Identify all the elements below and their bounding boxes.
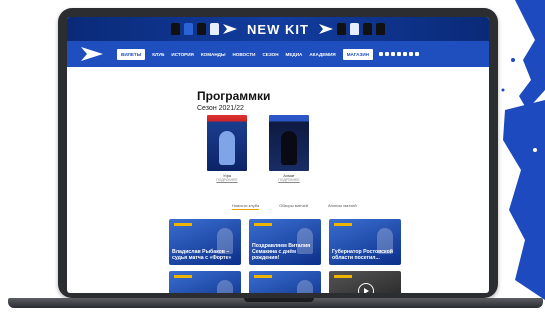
social-links [379,52,419,56]
news-headline[interactable]: Губернатор Ростовской области посетил... [332,249,396,261]
program-card[interactable]: Ахмат ПОДРОБНЕЕ [269,115,309,182]
shirt-icon [362,23,372,35]
social-icon[interactable] [403,52,407,56]
news-card[interactable]: Губернатор Ростовской области посетил... [329,219,401,265]
laptop-frame: NEW KIT ВИЛЕТЫ КЛУБ ИСТОРИЯ КОМАНДЫ НОВО… [58,8,498,298]
news-card[interactable] [249,271,321,293]
news-card[interactable] [329,271,401,293]
nav-item-teams[interactable]: КОМАНДЫ [201,52,226,57]
shirt-icon [375,23,385,35]
tab-club-news[interactable]: Новости клуба [232,203,260,210]
laptop-screen: NEW KIT ВИЛЕТЫ КЛУБ ИСТОРИЯ КОМАНДЫ НОВО… [67,17,489,293]
news-headline[interactable]: Поздравляем Виталия Семакина с днём рожд… [252,243,316,261]
shirt-icon [171,23,181,35]
program-cover-image[interactable] [207,115,247,171]
nav-item-shop[interactable]: МАГАЗИН [342,48,373,60]
banner-title: NEW KIT [247,21,309,37]
logo-arrow-icon [223,24,238,34]
social-icon[interactable] [391,52,395,56]
news-badge [334,223,352,226]
news-headline[interactable]: Владислав Рыбаков – судья матча с «Фортe… [172,249,236,261]
season-label: Сезон 2021/22 [197,105,244,112]
program-cover-image[interactable] [269,115,309,171]
social-icon[interactable] [409,52,413,56]
tab-match-reviews[interactable]: Обзоры матчей [279,203,308,210]
news-badge [254,223,272,226]
social-icon[interactable] [385,52,389,56]
shirt-icon [210,23,220,35]
logo-arrow-icon [318,24,333,34]
search-icon[interactable] [415,52,419,56]
nav-menu: ВИЛЕТЫ КЛУБ ИСТОРИЯ КОМАНДЫ НОВОСТИ СЕЗО… [117,48,373,60]
laptop-base [8,298,543,308]
promo-banner[interactable]: NEW KIT [67,17,489,41]
news-badge [254,275,272,278]
social-icon[interactable] [379,52,383,56]
news-card[interactable]: Владислав Рыбаков – судья матча с «Фортe… [169,219,241,265]
program-more-link[interactable]: ПОДРОБНЕЕ [207,178,247,182]
main-nav: ВИЛЕТЫ КЛУБ ИСТОРИЯ КОМАНДЫ НОВОСТИ СЕЗО… [67,41,489,67]
nav-item-club[interactable]: КЛУБ [152,52,164,57]
news-badge [174,223,192,226]
shirt-icon [349,23,359,35]
nav-item-news[interactable]: НОВОСТИ [232,52,255,57]
shirt-icon [197,23,207,35]
news-card[interactable]: Поздравляем Виталия Семакина с днём рожд… [249,219,321,265]
shirt-icon [336,23,346,35]
nav-item-academy[interactable]: АКАДЕМИЯ [309,52,335,57]
program-card[interactable]: Уфа ПОДРОБНЕЕ [207,115,247,182]
nav-item-media[interactable]: МЕДИА [286,52,303,57]
tab-match-previews[interactable]: Анонсы матчей [328,203,357,210]
laptop-notch [244,298,314,302]
club-logo-icon[interactable] [81,47,103,61]
news-card[interactable] [169,271,241,293]
news-badge [334,275,352,278]
news-photo [297,280,313,293]
shirt-icon [184,23,194,35]
nav-item-season[interactable]: СЕЗОН [262,52,278,57]
news-tabs: Новости клуба Обзоры матчей Анонсы матче… [232,203,357,210]
nav-item-history[interactable]: ИСТОРИЯ [171,52,193,57]
news-photo [217,280,233,293]
news-badge [174,275,192,278]
social-icon[interactable] [397,52,401,56]
page-title: Программки [197,89,271,103]
program-more-link[interactable]: ПОДРОБНЕЕ [269,178,309,182]
nav-item-tickets[interactable]: ВИЛЕТЫ [117,48,146,60]
play-icon[interactable] [358,283,374,293]
